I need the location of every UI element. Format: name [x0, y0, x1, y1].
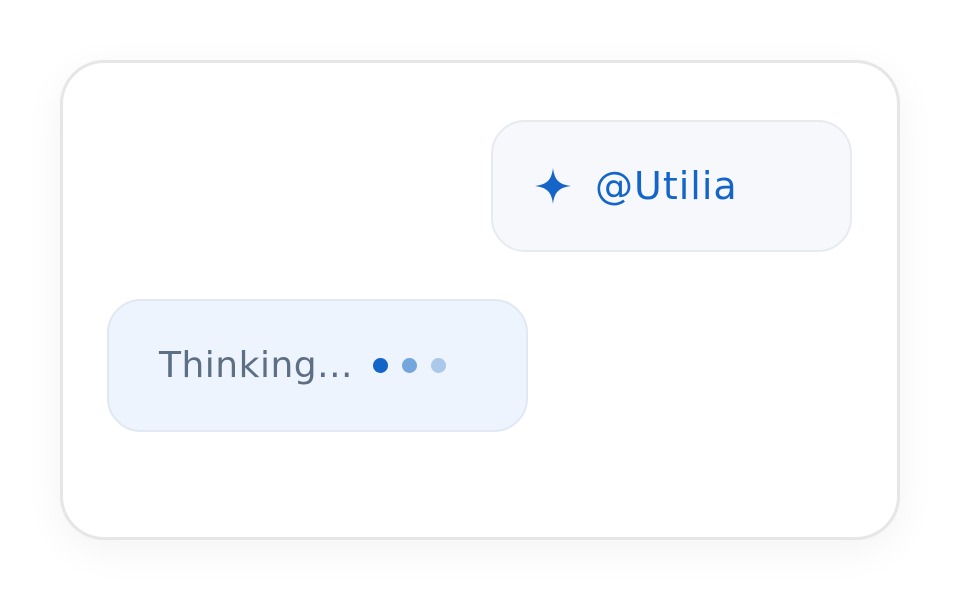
loading-dots [372, 358, 446, 373]
mention-text: @Utilia [595, 164, 738, 208]
loading-dot-1 [372, 358, 388, 373]
assistant-status-bubble: Thinking... [107, 299, 528, 432]
sparkle-icon [535, 168, 571, 204]
user-message-bubble: @Utilia [491, 120, 852, 252]
thinking-status-text: Thinking... [159, 345, 353, 386]
loading-dot-3 [430, 358, 446, 373]
loading-dot-2 [401, 358, 417, 373]
